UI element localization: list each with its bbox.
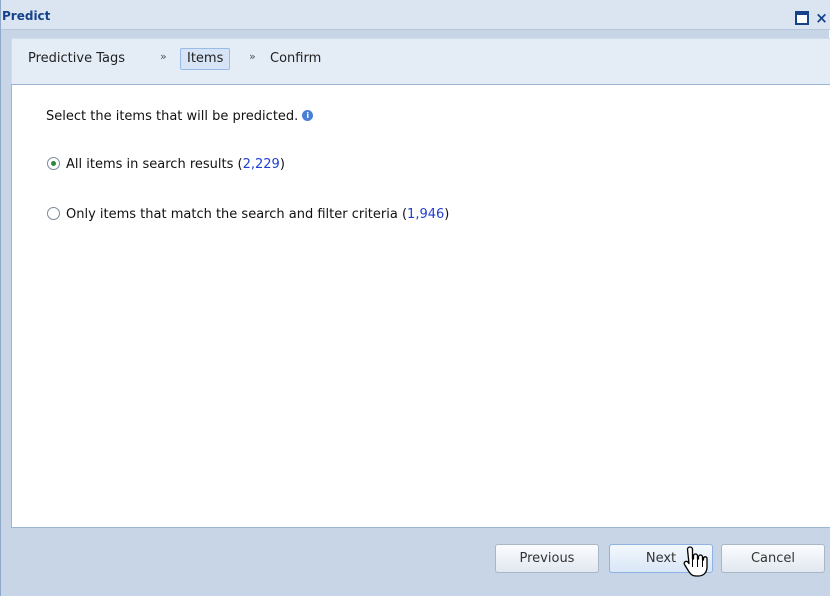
option-filtered-items-count[interactable]: 1,946	[407, 207, 444, 222]
breadcrumb-step-items[interactable]: Items	[180, 48, 231, 70]
instruction-label: Select the items that will be predicted.	[46, 109, 299, 124]
option-all-items-label: All items in search results (	[66, 157, 243, 172]
hand-pointer-icon	[683, 546, 708, 577]
option-all-items-suffix: )	[279, 157, 285, 172]
option-all-items-count[interactable]: 2,229	[243, 157, 280, 172]
option-filtered-items[interactable]: Only items that match the search and fil…	[47, 207, 449, 222]
close-icon[interactable]: ×	[813, 10, 830, 27]
breadcrumb-step-confirm[interactable]: Confirm	[270, 48, 321, 70]
breadcrumb-step-predictive-tags[interactable]: Predictive Tags	[28, 48, 125, 70]
option-filtered-items-label: Only items that match the search and fil…	[66, 207, 408, 222]
option-all-items[interactable]: All items in search results (2,229)	[47, 157, 285, 172]
info-icon[interactable]: i	[302, 110, 314, 121]
breadcrumb: Predictive Tags » Items » Confirm	[11, 38, 830, 84]
title-bar: Predict ×	[1, 0, 830, 30]
breadcrumb-separator: »	[160, 50, 167, 63]
maximize-icon[interactable]	[795, 11, 809, 25]
content-panel: Select the items that will be predicted.…	[11, 84, 830, 528]
option-filtered-items-suffix: )	[444, 207, 450, 222]
radio-all-items[interactable]	[47, 157, 60, 170]
predict-dialog: Predict × Predictive Tags » Items » Conf…	[0, 0, 830, 596]
dialog-title: Predict	[2, 9, 51, 23]
instruction-text: Select the items that will be predicted.…	[46, 109, 314, 124]
previous-button[interactable]: Previous	[495, 544, 599, 573]
breadcrumb-separator: »	[249, 50, 256, 63]
radio-filtered-items[interactable]	[47, 207, 60, 220]
cancel-button[interactable]: Cancel	[721, 544, 825, 573]
